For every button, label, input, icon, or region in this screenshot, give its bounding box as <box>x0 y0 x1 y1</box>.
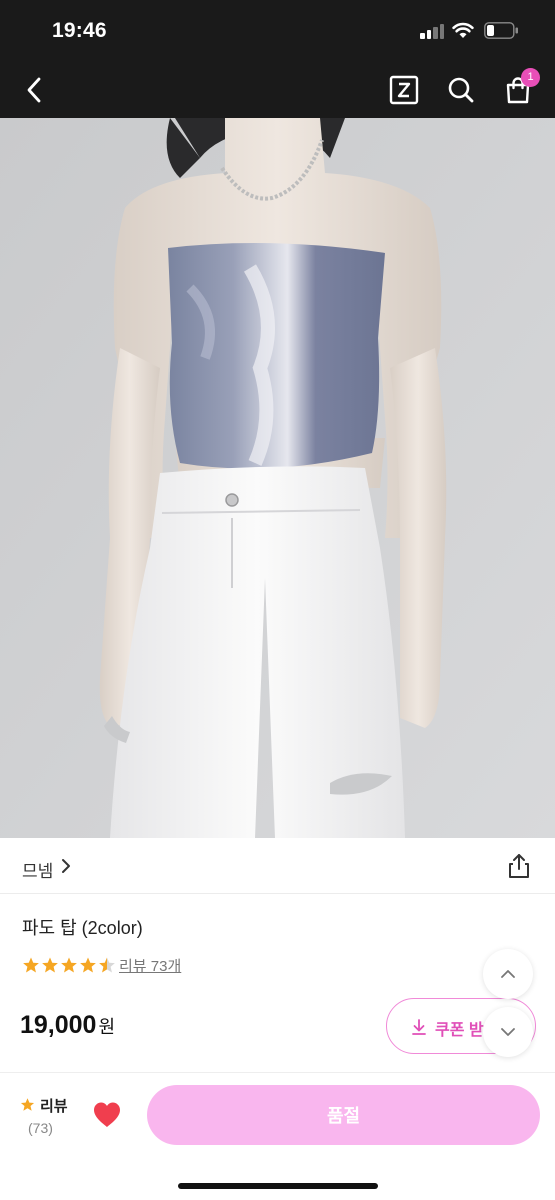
back-button[interactable] <box>14 70 54 110</box>
search-icon <box>448 77 474 103</box>
bottom-action-bar: 리뷰 (73) 품절 <box>0 1072 555 1200</box>
star-icon <box>20 1098 35 1111</box>
review-count-link[interactable]: 리뷰 73개 <box>119 955 181 976</box>
price-value: 19,000 <box>20 1011 97 1039</box>
shop-name-link[interactable]: 므넴 <box>22 857 53 882</box>
shop-row: 므넴 <box>0 838 555 894</box>
zigzag-home-button[interactable] <box>384 70 424 110</box>
buy-button-sold-out[interactable]: 품절 <box>147 1085 540 1145</box>
product-image[interactable] <box>0 118 555 838</box>
status-bar: 19:46 <box>0 0 555 62</box>
product-title: 파도 탑 (2color) <box>22 918 143 938</box>
cart-count-badge: 1 <box>521 68 540 87</box>
review-tab-label[interactable]: 리뷰 <box>40 1095 68 1116</box>
chevron-up-icon <box>501 970 515 978</box>
coupon-label: 쿠폰 받 <box>435 1022 484 1039</box>
chevron-left-icon <box>27 77 41 103</box>
star-full-icon <box>61 957 77 973</box>
star-full-icon <box>80 957 96 973</box>
home-indicator <box>178 1183 378 1189</box>
price-unit: 원 <box>98 1017 116 1037</box>
cellular-signal-icon <box>420 24 446 39</box>
rating-stars <box>22 956 117 974</box>
buy-button-label: 품절 <box>326 1106 361 1126</box>
share-icon[interactable] <box>505 852 533 880</box>
status-time: 19:46 <box>52 19 107 42</box>
review-tab-count: (73) <box>28 1120 53 1136</box>
star-half-icon <box>99 957 115 973</box>
wifi-icon <box>452 22 474 38</box>
z-logo-icon <box>389 75 419 105</box>
star-full-icon <box>23 957 39 973</box>
chevron-down-icon <box>501 1028 515 1036</box>
chevron-right-icon <box>62 859 70 873</box>
download-icon <box>412 1019 426 1035</box>
battery-icon <box>484 22 518 39</box>
scroll-down-button[interactable] <box>483 1007 533 1057</box>
search-button[interactable] <box>441 70 481 110</box>
top-navigation-bar <box>0 62 555 118</box>
heart-icon[interactable] <box>92 1101 122 1129</box>
star-full-icon <box>42 957 58 973</box>
product-price: 19,000 원 <box>20 1011 115 1040</box>
scroll-up-button[interactable] <box>483 949 533 999</box>
product-photo-illustration <box>0 118 555 838</box>
